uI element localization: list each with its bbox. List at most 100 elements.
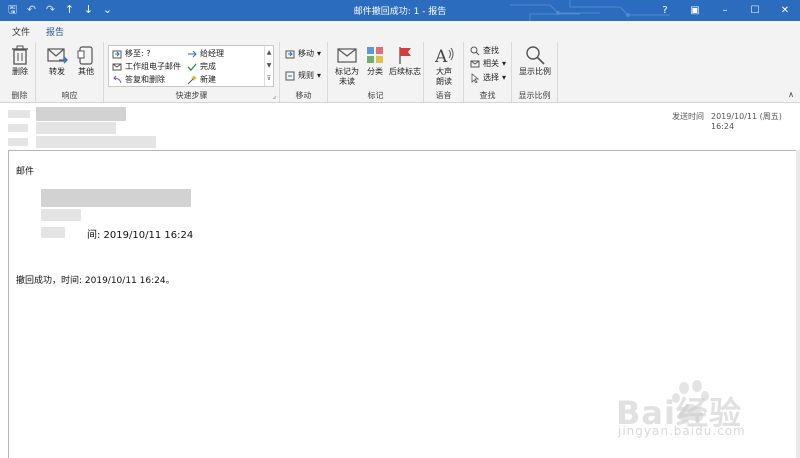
move-to-folder-icon: [112, 50, 122, 58]
dialog-launcher-icon[interactable]: ⌟: [273, 92, 276, 100]
minimize-button[interactable]: –: [710, 0, 740, 21]
recall-result-text: 撤回成功，时间: 2019/10/11 16:24。: [16, 276, 175, 286]
mark-unread-button[interactable]: 标记为未读: [332, 44, 362, 87]
window-controls: ? ▣ – ☐ ✕: [650, 0, 800, 21]
reply-delete-icon: [113, 75, 122, 83]
select-button[interactable]: 选择 ▾: [470, 72, 506, 83]
sent-time-label: 发送时间: [672, 112, 704, 121]
quickstep-team-email[interactable]: 工作组电子邮件: [112, 61, 181, 72]
group-move: 移动 ▾ 规则 ▾ 移动: [280, 42, 328, 102]
move-button[interactable]: 移动 ▾: [285, 48, 321, 59]
delete-label: 删除: [12, 67, 28, 76]
group-delete: 删除 删除: [4, 42, 36, 102]
quickstep-done[interactable]: 完成: [187, 61, 216, 72]
quickstep-label: 答复和删除: [125, 75, 165, 84]
group-label-zoom: 显示比例: [518, 91, 551, 100]
flag-icon: [399, 47, 411, 64]
svg-text:A: A: [434, 47, 448, 66]
message-header: 发送时间 2019/10/11 (周五) 16:24: [0, 104, 800, 150]
other-label: 其他: [78, 67, 94, 76]
follow-up-button[interactable]: 后续标志: [388, 44, 422, 77]
group-speech: A 大声朗读 语音: [424, 42, 464, 102]
title-bar: 🖫 ↶ ↷ ↑ ↓ ⌄ 邮件撤回成功: 1 - 报告 ? ▣ – ☐ ✕: [0, 0, 800, 21]
ribbon-tabs: 文件 报告: [0, 21, 800, 42]
group-tags: 标记为未读 分类 后续标志 标记: [328, 42, 424, 102]
tab-report[interactable]: 报告: [46, 25, 65, 42]
read-aloud-icon: A: [434, 47, 454, 66]
quick-steps-scroll[interactable]: ▲ ▼ ⊽: [264, 46, 273, 86]
find-button[interactable]: 查找: [470, 45, 499, 56]
envelope-icon: [337, 48, 357, 63]
search-icon: [470, 46, 480, 55]
group-label-respond: 响应: [61, 91, 78, 100]
recall-time-line: 间: 2019/10/11 16:24: [87, 230, 194, 241]
trash-icon: [12, 45, 28, 65]
chevron-down-icon: ▾: [502, 73, 507, 82]
more-respond-icon: [77, 46, 93, 65]
quickstep-label: 新建: [200, 75, 216, 84]
maximize-button[interactable]: ☐: [740, 0, 770, 21]
redacted-label: [8, 124, 28, 132]
redacted-time-label: [41, 227, 65, 238]
help-button[interactable]: ?: [650, 0, 680, 21]
zoom-label: 显示比例: [519, 67, 551, 76]
rules-button[interactable]: 规则 ▾: [285, 70, 321, 81]
vertical-scrollbar[interactable]: [796, 150, 800, 458]
mail-icon: [112, 63, 122, 70]
categorize-label: 分类: [367, 67, 383, 76]
chevron-down-icon: ▾: [317, 49, 322, 58]
quickstep-label: 完成: [200, 62, 216, 71]
quickstep-create-new[interactable]: 新建: [187, 74, 216, 85]
redacted-recipient: [36, 122, 116, 134]
group-label-speech: 语音: [435, 91, 452, 100]
rules-icon: [285, 71, 295, 80]
move-label: 移动: [298, 49, 314, 58]
arrow-right-icon: [188, 50, 197, 57]
other-respond-button[interactable]: 其他: [74, 44, 98, 77]
scroll-down-icon[interactable]: ▼: [265, 59, 273, 72]
ribbon: 删除 删除 转发 其他 响应 移至: ? 给经理 工作组电子邮件 完成 答复和删…: [0, 40, 800, 103]
group-label-find: 查找: [479, 91, 496, 100]
group-find: 查找 相关 ▾ 选择 ▾ 查找: [464, 42, 512, 102]
read-aloud-label: 大声朗读: [436, 67, 452, 86]
group-label-tags: 标记: [367, 91, 384, 100]
categorize-button[interactable]: 分类: [364, 44, 386, 77]
forward-mail-icon: [47, 48, 68, 64]
redacted-subject-info: [41, 209, 81, 221]
rules-label: 规则: [298, 71, 314, 80]
cursor-icon: [471, 72, 480, 83]
quickstep-reply-delete[interactable]: 答复和删除: [112, 74, 165, 85]
delete-button[interactable]: 删除: [8, 44, 32, 77]
group-respond: 转发 其他 响应: [36, 42, 104, 102]
group-quick-steps: 移至: ? 给经理 工作组电子邮件 完成 答复和删除 新建 ▲ ▼ ⊽ 快速步骤…: [104, 42, 280, 102]
move-folder-icon: [285, 50, 295, 58]
redacted-label: [8, 110, 30, 118]
quickstep-label: 移至: ?: [125, 49, 151, 58]
forward-label: 转发: [49, 67, 65, 76]
magnifier-icon: [526, 46, 545, 65]
group-zoom: 显示比例 显示比例: [512, 42, 558, 102]
zoom-button[interactable]: 显示比例: [516, 44, 554, 77]
quickstep-to-manager[interactable]: 给经理: [187, 48, 224, 59]
scroll-up-icon[interactable]: ▲: [265, 46, 273, 59]
redacted-sender: [36, 107, 126, 121]
tab-file[interactable]: 文件: [12, 25, 30, 38]
collapse-ribbon-icon[interactable]: ∧: [788, 90, 794, 99]
quick-steps-gallery: 移至: ? 给经理 工作组电子邮件 完成 答复和删除 新建 ▲ ▼ ⊽: [108, 45, 274, 87]
related-label: 相关: [483, 59, 499, 68]
related-button[interactable]: 相关 ▾: [470, 58, 506, 69]
close-button[interactable]: ✕: [770, 0, 800, 21]
quickstep-move-to[interactable]: 移至: ?: [112, 48, 150, 59]
related-icon: [470, 60, 480, 67]
group-label-move: 移动: [295, 91, 312, 100]
quickstep-label: 工作组电子邮件: [125, 62, 181, 71]
redacted-recipient-info: [41, 189, 191, 207]
forward-button[interactable]: 转发: [44, 44, 70, 77]
chevron-down-icon: ▾: [502, 59, 507, 68]
watermark-url: jingyan.baidu.com: [618, 424, 746, 438]
read-aloud-button[interactable]: A 大声朗读: [432, 44, 456, 87]
gallery-expand-icon[interactable]: ⊽: [265, 72, 273, 85]
ribbon-display-button[interactable]: ▣: [680, 0, 710, 21]
chevron-down-icon: ▾: [317, 71, 322, 80]
find-label: 查找: [483, 46, 499, 55]
